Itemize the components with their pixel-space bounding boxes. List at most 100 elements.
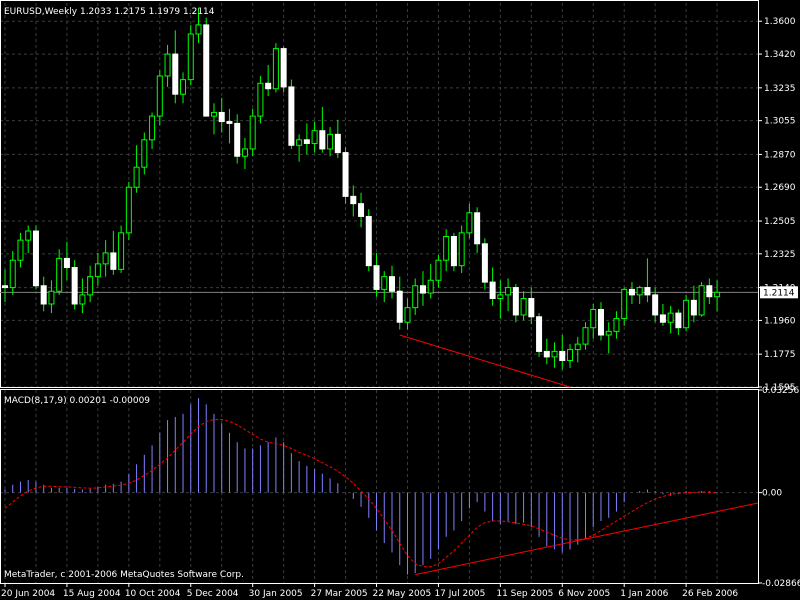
candle-body [536,316,543,352]
candle-body [87,276,94,296]
candle-body [63,257,70,269]
macd-axis-label: -0.02866 [762,579,800,589]
candle-body [404,307,411,323]
candle-body [466,212,473,234]
candle-body [567,349,574,362]
candle-body [2,285,8,289]
x-tick-label: 17 Jul 2005 [434,589,485,599]
candle-body [512,287,519,316]
candle-body [358,203,365,217]
candle-body [94,263,101,278]
candle-body [40,285,47,305]
candle-body [582,327,589,345]
candle-body [141,139,148,168]
candle-body [605,330,612,336]
candle-body [133,166,140,188]
price-chart-title: EURUSD,Weekly 1.2033 1.2175 1.1979 1.211… [4,7,215,17]
macd-pane [4,398,759,576]
candle-body [249,115,256,150]
candle-body [636,287,643,296]
candle-body [520,298,527,316]
price-pane-border [0,0,759,388]
candle-body [698,285,705,316]
price-axis-label: 1.2505 [764,217,796,227]
candle-body [265,82,272,90]
candle-body [389,276,395,292]
macd-axis-label: 0.03256 [762,386,799,396]
candle-body [172,53,179,95]
candle-body [628,288,635,296]
candle-body [296,139,303,146]
x-tick-label: 1 Jan 2006 [620,589,668,599]
candle-body [226,121,233,124]
candle-body [381,276,388,290]
candle-body [458,232,465,267]
candle-body [280,48,287,88]
price-axis-label: 1.3600 [764,17,796,27]
price-pane [0,8,758,388]
candle-body [327,133,334,150]
candle-body [574,343,581,351]
candle-body [590,308,597,329]
candle-body [613,318,620,332]
price-axis-label: 1.3420 [764,50,796,60]
candle-body [234,122,241,157]
price-trendline [399,334,571,388]
candle-body [505,287,512,296]
candle-body [690,299,697,316]
candle-body [9,259,16,289]
candle-body [481,243,488,283]
candle-body [497,294,504,300]
candle-body [210,111,217,117]
candle-body [559,350,566,362]
candle-body [652,294,659,316]
grid [0,3,758,583]
candle-body [203,24,210,117]
x-tick-label: 6 Nov 2005 [558,589,610,599]
candle-body [319,130,326,150]
candle-body [621,288,628,320]
candle-body [528,298,535,318]
candle-body [450,236,457,267]
candle-body [164,53,171,77]
candle-body [667,312,674,323]
x-tick-label: 26 Feb 2006 [682,589,738,599]
macd-axis-label: 0.00 [762,489,782,499]
candle-body [71,267,78,305]
trading-chart: 20 Jun 2004 15 Aug 2004 10 Oct 2004 5 Dec 2… [0,0,800,600]
candle-body [257,82,264,117]
candle-body [25,230,32,241]
price-axis-label: 1.2690 [764,183,796,193]
candle-body [118,232,125,270]
candle-body [412,285,419,309]
candle-body [443,236,450,261]
candle-body [675,312,682,329]
x-tick-label: 27 Mar 2005 [311,589,368,599]
price-axis-label: 1.1960 [764,316,796,326]
candle-body [17,239,24,261]
x-tick-label: 10 Oct 2004 [125,589,181,599]
price-axis-label: 1.3055 [764,117,796,127]
x-tick-label: 20 Jun 2004 [1,589,55,599]
macd-title: MACD(8,17,9) 0.00201 -0.00009 [4,396,150,406]
candle-body [396,290,403,323]
candle-body [156,75,163,117]
candle-body [110,252,117,270]
candle-body [32,230,39,287]
candle-body [195,24,202,35]
candle-body [373,265,380,290]
candle-body [706,285,713,298]
candle-body [180,79,187,95]
candle-body [474,212,481,245]
x-tick-label: 5 Dec 2004 [187,589,239,599]
chart-canvas: 20 Jun 2004 15 Aug 2004 10 Oct 2004 5 Dec 2… [0,0,800,599]
candle-body [272,48,279,90]
x-tick-label: 22 May 2005 [373,589,432,599]
candle-body [543,350,550,358]
x-tick-label: 11 Sep 2005 [496,589,553,599]
candle-body [56,257,63,292]
current-price-label: 1.2114 [763,288,795,298]
candle-body [311,130,318,144]
candle-body [659,314,666,323]
candle-body [683,299,690,329]
